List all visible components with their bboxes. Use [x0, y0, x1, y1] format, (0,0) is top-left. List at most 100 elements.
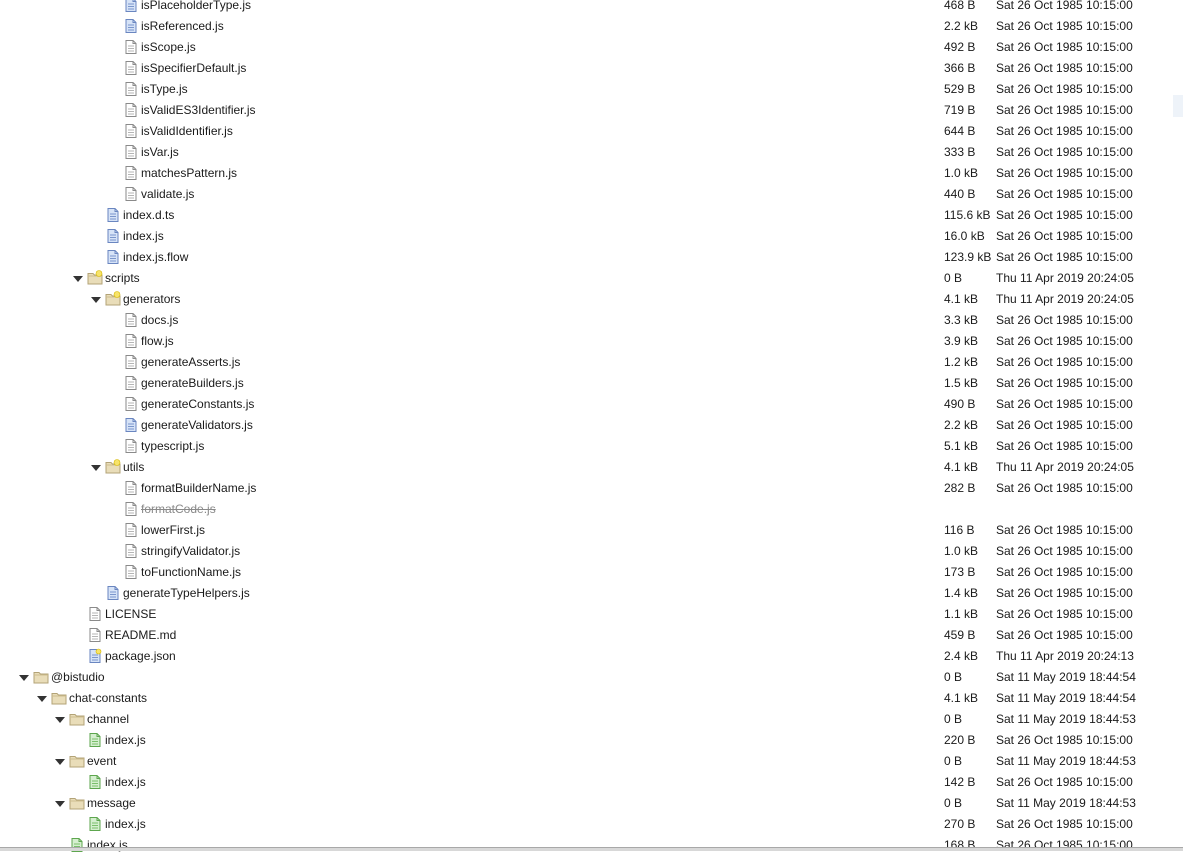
tree-folder-row[interactable]: @bistudio 0 B Sat 11 May 2019 18:44:54 [0, 667, 1183, 688]
tree-file-row[interactable]: package.json 2.4 kB Thu 11 Apr 2019 20:24:… [0, 646, 1183, 667]
tree-file-row[interactable]: isScope.js 492 B Sat 26 Oct 1985 10:15:00 [0, 37, 1183, 58]
tree-file-row[interactable]: generateAsserts.js 1.2 kB Sat 26 Oct 1985 … [0, 352, 1183, 373]
tree-file-row[interactable]: toFunctionName.js 173 B Sat 26 Oct 1985 10… [0, 562, 1183, 583]
item-name[interactable]: matchesPattern.js [141, 163, 237, 184]
file-modified-icon [105, 207, 121, 223]
item-name[interactable]: generateValidators.js [141, 415, 253, 436]
tree-folder-row[interactable]: channel 0 B Sat 11 May 2019 18:44:53 [0, 709, 1183, 730]
item-name[interactable]: generators [123, 289, 180, 310]
item-name[interactable]: generateAsserts.js [141, 352, 240, 373]
item-size: 490 B [944, 397, 976, 411]
tree-folder-row[interactable]: event 0 B Sat 11 May 2019 18:44:53 [0, 751, 1183, 772]
file-icon [123, 81, 139, 97]
item-name[interactable]: isReferenced.js [141, 16, 224, 37]
item-name[interactable]: isScope.js [141, 37, 196, 58]
file-icon [123, 165, 139, 181]
item-name[interactable]: flow.js [141, 331, 174, 352]
item-size: 0 B [944, 670, 963, 684]
file-icon [123, 564, 139, 580]
tree-folder-row[interactable]: message 0 B Sat 11 May 2019 18:44:53 [0, 793, 1183, 814]
tree-folder-row[interactable]: scripts 0 B Thu 11 Apr 2019 20:24:05 [0, 268, 1183, 289]
item-name[interactable]: validate.js [141, 184, 194, 205]
item-name[interactable]: lowerFirst.js [141, 520, 205, 541]
tree-file-row[interactable]: isPlaceholderType.js 468 B Sat 26 Oct 1985… [0, 0, 1183, 16]
tree-file-row[interactable]: formatCode.js [0, 499, 1183, 520]
tree-file-row[interactable]: README.md 459 B Sat 26 Oct 1985 10:15:00 [0, 625, 1183, 646]
item-name[interactable]: index.js [123, 226, 164, 247]
item-name[interactable]: generateTypeHelpers.js [123, 583, 250, 604]
tree-file-row[interactable]: isValidES3Identifier.js 719 B Sat 26 Oct 1… [0, 100, 1183, 121]
item-name[interactable]: channel [87, 709, 129, 730]
tree-folder-row[interactable]: chat-constants 4.1 kB Sat 11 May 2019 18:4… [0, 688, 1183, 709]
item-name[interactable]: chat-constants [69, 688, 147, 709]
item-name[interactable]: isValidIdentifier.js [141, 121, 233, 142]
tree-file-row[interactable]: LICENSE 1.1 kB Sat 26 Oct 1985 10:15:00 [0, 604, 1183, 625]
item-name[interactable]: package.json [105, 646, 176, 667]
tree-file-row[interactable]: index.d.ts 115.6 kB Sat 26 Oct 1985 10:15:… [0, 205, 1183, 226]
tree-file-row[interactable]: index.js 142 B Sat 26 Oct 1985 10:15:00 [0, 772, 1183, 793]
chevron-down-icon[interactable] [72, 268, 84, 289]
item-name[interactable]: formatCode.js [141, 499, 216, 520]
tree-file-row[interactable]: index.js 168 B Sat 26 Oct 1985 10:15:00 [0, 835, 1183, 856]
tree-file-row[interactable]: isType.js 529 B Sat 26 Oct 1985 10:15:00 [0, 79, 1183, 100]
tree-file-row[interactable]: generateTypeHelpers.js 1.4 kB Sat 26 Oct 1… [0, 583, 1183, 604]
item-name[interactable]: isValidES3Identifier.js [141, 100, 256, 121]
item-name[interactable]: isPlaceholderType.js [141, 0, 251, 16]
tree-folder-row[interactable]: utils 4.1 kB Thu 11 Apr 2019 20:24:05 [0, 457, 1183, 478]
tree-file-row[interactable]: generateBuilders.js 1.5 kB Sat 26 Oct 1985… [0, 373, 1183, 394]
tree-file-row[interactable]: matchesPattern.js 1.0 kB Sat 26 Oct 1985 1… [0, 163, 1183, 184]
tree-file-row[interactable]: generateValidators.js 2.2 kB Sat 26 Oct 19… [0, 415, 1183, 436]
item-name[interactable]: event [87, 751, 116, 772]
item-name[interactable]: toFunctionName.js [141, 562, 241, 583]
item-name[interactable]: generateConstants.js [141, 394, 254, 415]
item-name[interactable]: generateBuilders.js [141, 373, 244, 394]
tree-file-row[interactable]: index.js.flow 123.9 kB Sat 26 Oct 1985 10:… [0, 247, 1183, 268]
tree-file-row[interactable]: generateConstants.js 490 B Sat 26 Oct 1985… [0, 394, 1183, 415]
item-name[interactable]: message [87, 793, 136, 814]
item-name[interactable]: scripts [105, 268, 140, 289]
chevron-down-icon[interactable] [90, 457, 102, 478]
folder-icon [33, 669, 49, 685]
tree-file-row[interactable]: formatBuilderName.js 282 B Sat 26 Oct 1985… [0, 478, 1183, 499]
tree-file-row[interactable]: index.js 220 B Sat 26 Oct 1985 10:15:00 [0, 730, 1183, 751]
tree-file-row[interactable]: isValidIdentifier.js 644 B Sat 26 Oct 1985… [0, 121, 1183, 142]
item-name[interactable]: isType.js [141, 79, 188, 100]
tree-file-row[interactable]: isSpecifierDefault.js 366 B Sat 26 Oct 198… [0, 58, 1183, 79]
tree-file-row[interactable]: typescript.js 5.1 kB Sat 26 Oct 1985 10:15… [0, 436, 1183, 457]
chevron-down-icon[interactable] [54, 751, 66, 772]
item-name[interactable]: index.js [105, 772, 146, 793]
tree-file-row[interactable]: index.js 16.0 kB Sat 26 Oct 1985 10:15:00 [0, 226, 1183, 247]
item-name[interactable]: typescript.js [141, 436, 204, 457]
item-name[interactable]: index.js [87, 835, 128, 856]
chevron-down-icon[interactable] [18, 667, 30, 688]
item-name[interactable]: index.js [105, 730, 146, 751]
item-name[interactable]: README.md [105, 625, 176, 646]
item-modified-date: Sat 26 Oct 1985 10:15:00 [996, 439, 1133, 453]
tree-file-row[interactable]: docs.js 3.3 kB Sat 26 Oct 1985 10:15:00 [0, 310, 1183, 331]
tree-file-row[interactable]: isReferenced.js 2.2 kB Sat 26 Oct 1985 10:… [0, 16, 1183, 37]
item-name[interactable]: isSpecifierDefault.js [141, 58, 246, 79]
item-name[interactable]: index.js [105, 814, 146, 835]
item-size: 2.2 kB [944, 19, 979, 33]
tree-file-row[interactable]: index.js 270 B Sat 26 Oct 1985 10:15:00 [0, 814, 1183, 835]
tree-folder-row[interactable]: generators 4.1 kB Thu 11 Apr 2019 20:24:05 [0, 289, 1183, 310]
item-name[interactable]: index.d.ts [123, 205, 174, 226]
tree-file-row[interactable]: stringifyValidator.js 1.0 kB Sat 26 Oct 19… [0, 541, 1183, 562]
item-name[interactable]: stringifyValidator.js [141, 541, 240, 562]
horizontal-scrollbar[interactable] [0, 847, 1183, 851]
tree-file-row[interactable]: validate.js 440 B Sat 26 Oct 1985 10:15:00 [0, 184, 1183, 205]
item-name[interactable]: formatBuilderName.js [141, 478, 256, 499]
item-name[interactable]: LICENSE [105, 604, 156, 625]
chevron-down-icon[interactable] [90, 289, 102, 310]
tree-file-row[interactable]: flow.js 3.9 kB Sat 26 Oct 1985 10:15:00 [0, 331, 1183, 352]
tree-file-row[interactable]: isVar.js 333 B Sat 26 Oct 1985 10:15:00 [0, 142, 1183, 163]
chevron-down-icon[interactable] [54, 793, 66, 814]
item-name[interactable]: index.js.flow [123, 247, 188, 268]
tree-file-row[interactable]: lowerFirst.js 116 B Sat 26 Oct 1985 10:15:… [0, 520, 1183, 541]
item-name[interactable]: utils [123, 457, 144, 478]
item-name[interactable]: docs.js [141, 310, 178, 331]
item-name[interactable]: @bistudio [51, 667, 105, 688]
chevron-down-icon[interactable] [54, 709, 66, 730]
item-name[interactable]: isVar.js [141, 142, 179, 163]
chevron-down-icon[interactable] [36, 688, 48, 709]
